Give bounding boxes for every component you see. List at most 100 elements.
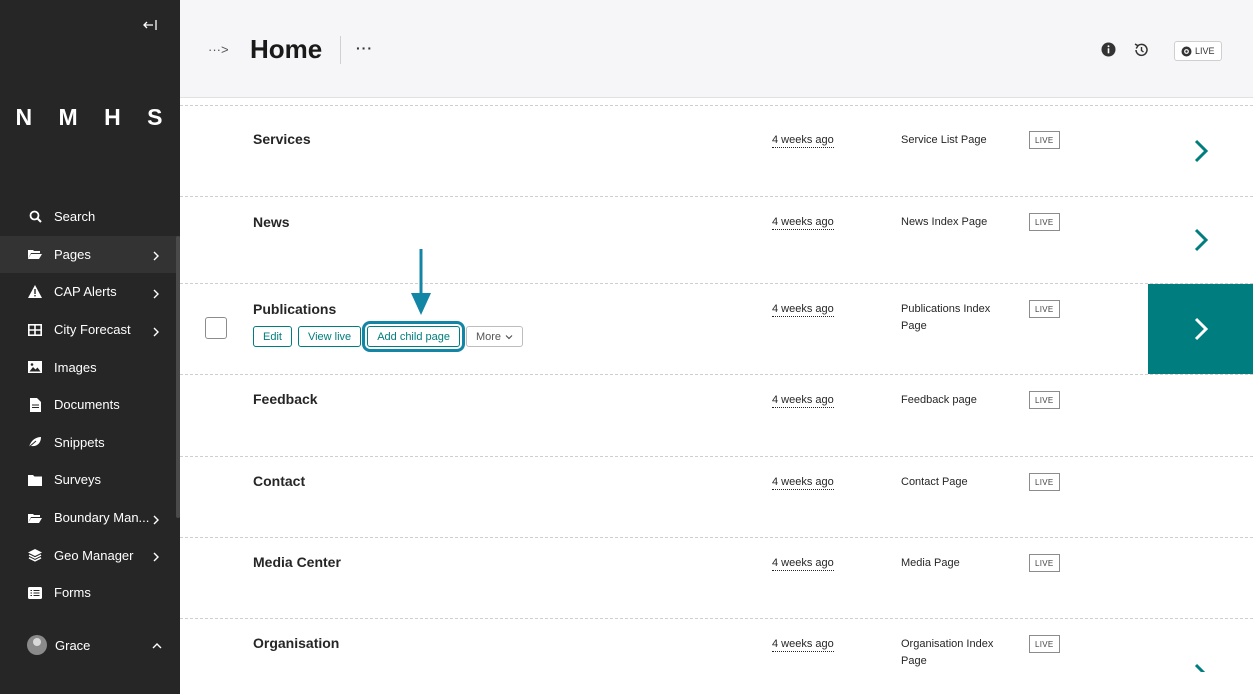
sidebar-item-search[interactable]: Search — [0, 198, 180, 236]
explore-children-button[interactable] — [1148, 657, 1253, 677]
add-child-page-button[interactable]: Add child page — [362, 321, 465, 352]
sidebar-item-images[interactable]: Images — [0, 348, 180, 386]
folder-open-icon — [28, 511, 42, 525]
updated-time: 4 weeks ago — [772, 303, 834, 317]
sidebar-item-label: Search — [54, 209, 96, 225]
sidebar-item-snippets[interactable]: Snippets — [0, 424, 180, 462]
explore-children-button[interactable] — [1148, 106, 1253, 196]
page-type: News Index Page — [901, 216, 988, 228]
sidebar-item-label: Snippets — [54, 434, 105, 450]
folder-icon — [28, 473, 42, 487]
sidebar-item-boundary-manager[interactable]: Boundary Man... — [0, 499, 180, 537]
chevron-right-icon — [152, 249, 160, 261]
avatar — [27, 635, 47, 655]
updated-time: 4 weeks ago — [772, 216, 834, 230]
table-row: Publications Edit View live Add child pa… — [180, 284, 1253, 375]
view-live-button[interactable]: View live — [297, 326, 362, 347]
sidebar-item-city-forecast[interactable]: City Forecast — [0, 311, 180, 349]
eye-icon — [1181, 46, 1192, 56]
sidebar-item-label: Boundary Man... — [54, 510, 150, 526]
updated-time: 4 weeks ago — [772, 394, 834, 408]
chevron-up-icon — [152, 638, 162, 653]
main-menu: Search Pages CAP Alerts City Forecast Im… — [0, 198, 180, 612]
sidebar-item-pages[interactable]: Pages — [0, 235, 180, 274]
annotation-arrow-icon — [411, 249, 431, 315]
chevron-right-icon — [152, 550, 160, 562]
table-row: Contact 4 weeks ago Contact Page LIVE — [180, 457, 1253, 538]
search-icon — [28, 210, 42, 224]
table-row: Organisation 4 weeks ago Organisation In… — [180, 619, 1253, 694]
page-title-link[interactable]: Media Center — [253, 554, 341, 570]
live-status-label: LIVE — [1195, 46, 1215, 56]
live-status-button[interactable]: LIVE — [1174, 41, 1222, 61]
page-header: ···> Home ··· LIVE — [180, 0, 1253, 98]
page-type: Contact Page — [901, 476, 968, 488]
site-logo[interactable]: N M H S — [0, 104, 180, 131]
document-icon — [28, 397, 42, 412]
sidebar-item-label: Pages — [54, 246, 91, 262]
sidebar-item-label: Forms — [54, 585, 91, 601]
sidebar-item-geo-manager[interactable]: Geo Manager — [0, 536, 180, 574]
folder-open-icon — [28, 247, 42, 261]
status-badge: LIVE — [1029, 300, 1060, 318]
updated-time: 4 weeks ago — [772, 134, 834, 148]
sidebar-item-documents[interactable]: Documents — [0, 386, 180, 424]
page-title: Home — [250, 34, 323, 64]
chevron-right-icon — [152, 513, 160, 525]
page-type: Service List Page — [901, 134, 987, 146]
chevron-right-icon — [152, 287, 160, 299]
edit-button[interactable]: Edit — [253, 326, 292, 347]
sidebar-item-label: Documents — [54, 397, 120, 413]
page-title-link[interactable]: Services — [253, 131, 311, 147]
page-type: Organisation Index Page — [901, 638, 994, 667]
chevron-right-icon — [1194, 139, 1208, 163]
collapse-sidebar-icon[interactable] — [141, 16, 159, 34]
user-name: Grace — [55, 637, 91, 653]
page-title-link[interactable]: Feedback — [253, 391, 318, 407]
status-badge: LIVE — [1029, 554, 1060, 572]
child-pages-listing: Services 4 weeks ago Service List Page L… — [180, 98, 1253, 694]
table-row: Feedback 4 weeks ago Feedback page LIVE — [180, 375, 1253, 457]
breadcrumb-toggle[interactable]: ···> — [208, 42, 229, 57]
page-type: Media Page — [901, 557, 960, 569]
chevron-right-icon — [1194, 228, 1208, 252]
page-title-link[interactable]: News — [253, 214, 290, 230]
status-badge: LIVE — [1029, 391, 1060, 409]
sidebar-item-forms[interactable]: Forms — [0, 574, 180, 612]
page-title-link[interactable]: Organisation — [253, 635, 339, 651]
chevron-right-icon — [152, 325, 160, 337]
updated-time: 4 weeks ago — [772, 638, 834, 652]
history-icon[interactable] — [1133, 42, 1149, 58]
status-badge: LIVE — [1029, 131, 1060, 149]
table-row: News 4 weeks ago News Index Page LIVE — [180, 197, 1253, 284]
status-badge: LIVE — [1029, 473, 1060, 491]
row-select-checkbox[interactable] — [205, 317, 227, 339]
table-row: Services 4 weeks ago Service List Page L… — [180, 106, 1253, 197]
title-divider — [340, 36, 341, 64]
info-icon[interactable] — [1101, 42, 1117, 58]
account-menu[interactable]: Grace — [0, 625, 180, 665]
warning-icon — [28, 285, 42, 299]
form-icon — [28, 586, 42, 600]
page-title-link[interactable]: Publications — [253, 301, 336, 317]
page-type: Publications Index Page — [901, 303, 991, 332]
updated-time: 4 weeks ago — [772, 557, 834, 571]
status-badge: LIVE — [1029, 635, 1060, 653]
sidebar-item-surveys[interactable]: Surveys — [0, 461, 180, 499]
sidebar: N M H S Search Pages CAP Alerts City For… — [0, 0, 180, 694]
explore-children-button[interactable] — [1148, 197, 1253, 283]
chevron-right-icon — [1194, 317, 1208, 341]
layers-icon — [28, 548, 42, 562]
page-actions-button[interactable]: ··· — [356, 40, 373, 56]
sidebar-item-cap-alerts[interactable]: CAP Alerts — [0, 273, 180, 311]
page-type: Feedback page — [901, 394, 977, 406]
sidebar-item-label: Surveys — [54, 472, 101, 488]
leaf-icon — [28, 435, 42, 449]
page-title-link[interactable]: Contact — [253, 473, 305, 489]
explore-children-button[interactable] — [1148, 284, 1253, 374]
chevron-right-icon — [1194, 663, 1205, 672]
sidebar-item-label: Images — [54, 359, 97, 375]
sidebar-item-label: City Forecast — [54, 322, 131, 338]
sidebar-item-label: CAP Alerts — [54, 284, 117, 300]
more-actions-button[interactable]: More — [465, 326, 524, 347]
